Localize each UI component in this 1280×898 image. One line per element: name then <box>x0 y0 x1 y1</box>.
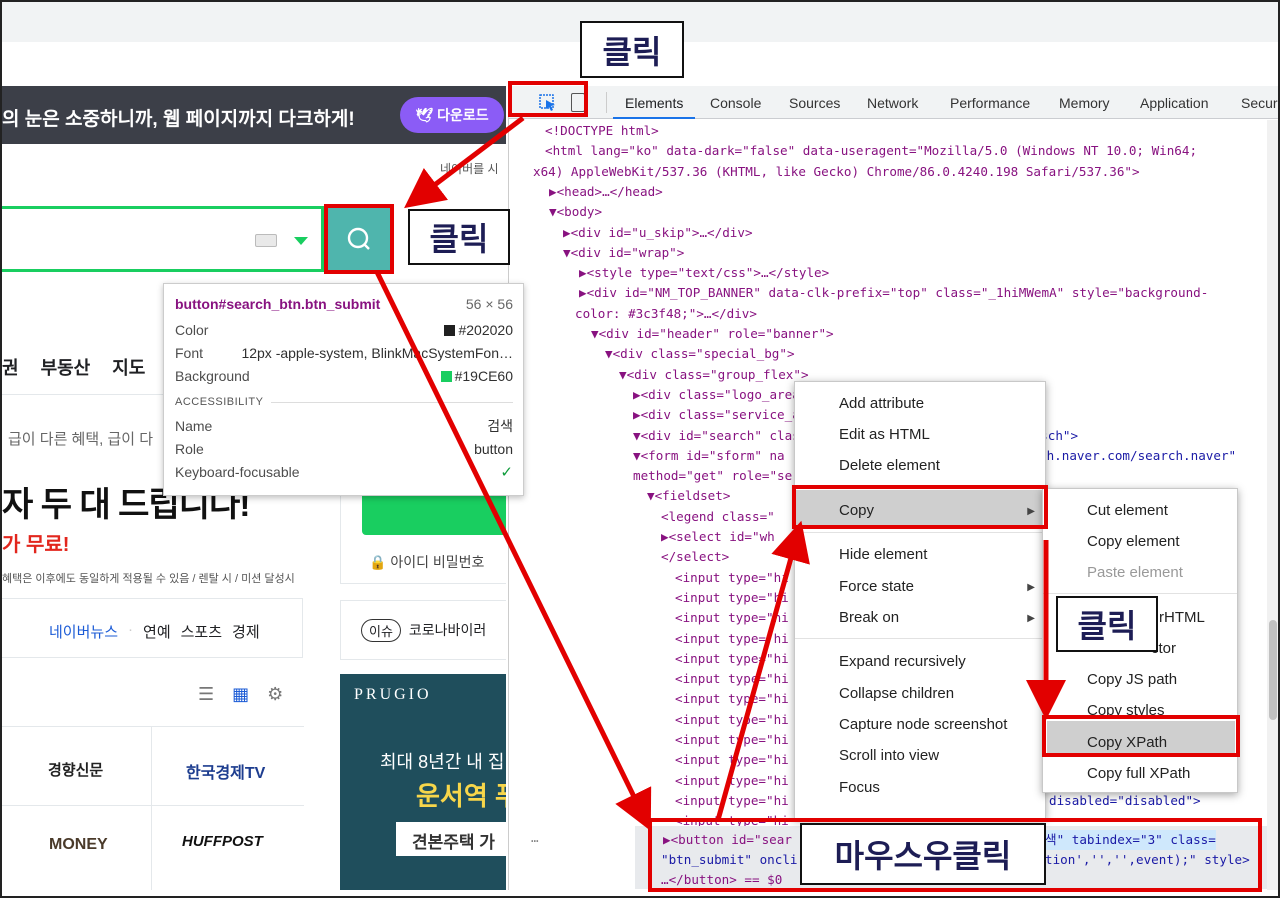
arrow <box>374 270 652 831</box>
click-annotation: 클릭 <box>1056 596 1158 652</box>
copy-xpath-highlight <box>1042 715 1240 757</box>
inspect-highlight <box>508 81 588 117</box>
arrow <box>715 520 810 821</box>
copy-highlight <box>792 485 1048 529</box>
right-click-annotation: 마우스우클릭 <box>800 823 1046 885</box>
annotation-arrows <box>374 116 1066 831</box>
click-annotation: 클릭 <box>408 209 510 265</box>
arrow <box>404 116 525 209</box>
click-annotation: 클릭 <box>580 21 684 78</box>
